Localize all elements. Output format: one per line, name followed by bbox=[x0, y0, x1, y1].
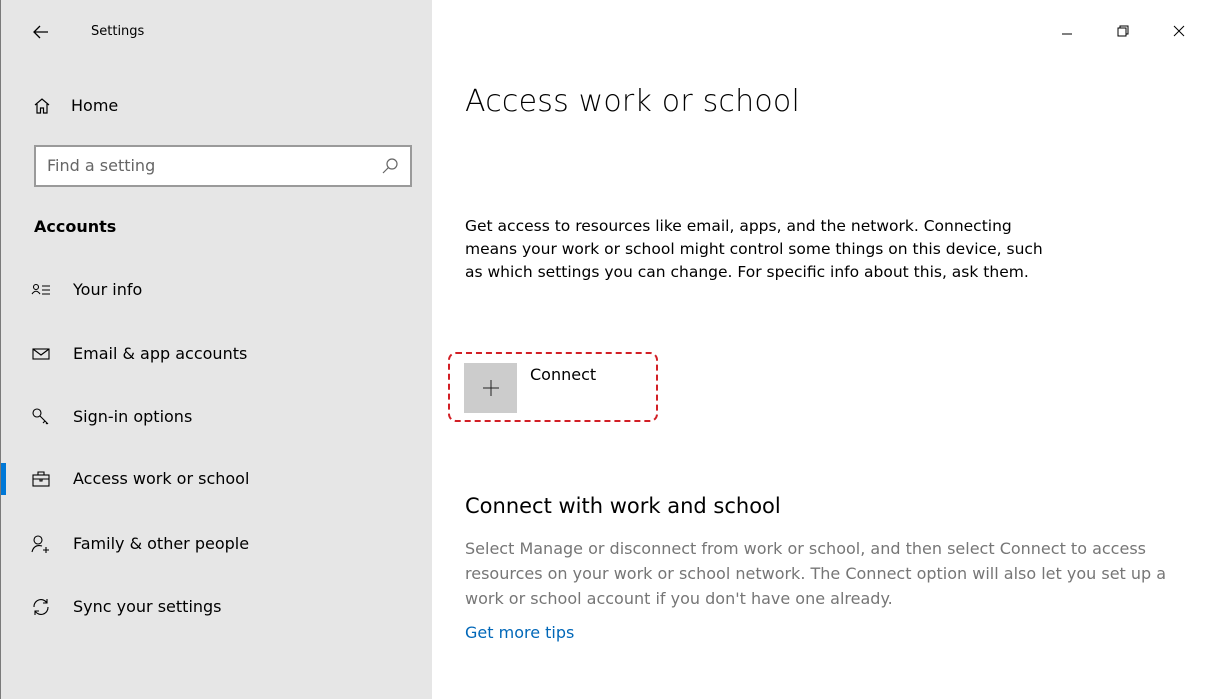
sidebar-item-label: Access work or school bbox=[73, 469, 250, 488]
plus-box bbox=[464, 363, 517, 413]
sidebar-item-family-other-people[interactable]: Family & other people bbox=[1, 516, 432, 572]
sidebar-item-label: Sign-in options bbox=[73, 407, 193, 426]
sidebar: Settings Home Accounts Your info bbox=[1, 0, 432, 699]
connect-label: Connect bbox=[530, 365, 597, 384]
close-icon bbox=[1173, 25, 1185, 37]
briefcase-icon bbox=[32, 471, 50, 487]
restore-icon bbox=[1117, 25, 1129, 37]
back-button[interactable] bbox=[23, 18, 59, 46]
sidebar-item-sync-your-settings[interactable]: Sync your settings bbox=[1, 579, 432, 635]
sidebar-item-email-app-accounts[interactable]: Email & app accounts bbox=[1, 326, 432, 382]
minimize-icon bbox=[1062, 33, 1072, 35]
window-controls bbox=[1039, 0, 1207, 62]
restore-button[interactable] bbox=[1095, 0, 1151, 62]
sidebar-item-label: Sync your settings bbox=[73, 597, 222, 616]
sidebar-item-access-work-or-school[interactable]: Access work or school bbox=[1, 451, 432, 507]
title-bar: Settings bbox=[1, 0, 432, 62]
main-content: Access work or school Get access to reso… bbox=[432, 0, 1207, 699]
get-more-tips-link[interactable]: Get more tips bbox=[465, 623, 574, 642]
search-box[interactable] bbox=[34, 145, 412, 187]
sidebar-item-home[interactable]: Home bbox=[1, 84, 432, 128]
back-arrow-icon bbox=[33, 25, 48, 39]
minimize-button[interactable] bbox=[1039, 0, 1095, 62]
sidebar-item-sign-in-options[interactable]: Sign-in options bbox=[1, 389, 432, 445]
add-person-icon bbox=[31, 535, 49, 553]
section-description: Select Manage or disconnect from work or… bbox=[465, 539, 1167, 608]
mail-icon bbox=[32, 348, 50, 360]
person-info-icon bbox=[31, 283, 50, 295]
page-title: Access work or school bbox=[465, 84, 800, 119]
connect-button[interactable]: Connect bbox=[464, 360, 664, 415]
app-title: Settings bbox=[91, 24, 145, 39]
home-icon bbox=[34, 98, 50, 114]
sync-icon bbox=[33, 599, 49, 615]
sidebar-item-label: Family & other people bbox=[73, 534, 250, 553]
plus-icon bbox=[482, 380, 499, 396]
sidebar-item-label: Home bbox=[71, 96, 119, 115]
search-input[interactable] bbox=[47, 156, 367, 175]
sidebar-item-your-info[interactable]: Your info bbox=[1, 262, 432, 318]
sidebar-item-label: Your info bbox=[73, 280, 143, 299]
sidebar-item-label: Email & app accounts bbox=[73, 344, 248, 363]
page-description: Get access to resources like email, apps… bbox=[465, 217, 1043, 281]
close-button[interactable] bbox=[1151, 0, 1207, 62]
section-heading-accounts: Accounts bbox=[34, 217, 117, 236]
key-icon bbox=[32, 408, 49, 425]
section-heading-connect: Connect with work and school bbox=[465, 494, 781, 518]
search-icon[interactable] bbox=[381, 157, 399, 175]
settings-window: Settings Home Accounts Your info bbox=[0, 0, 1207, 699]
